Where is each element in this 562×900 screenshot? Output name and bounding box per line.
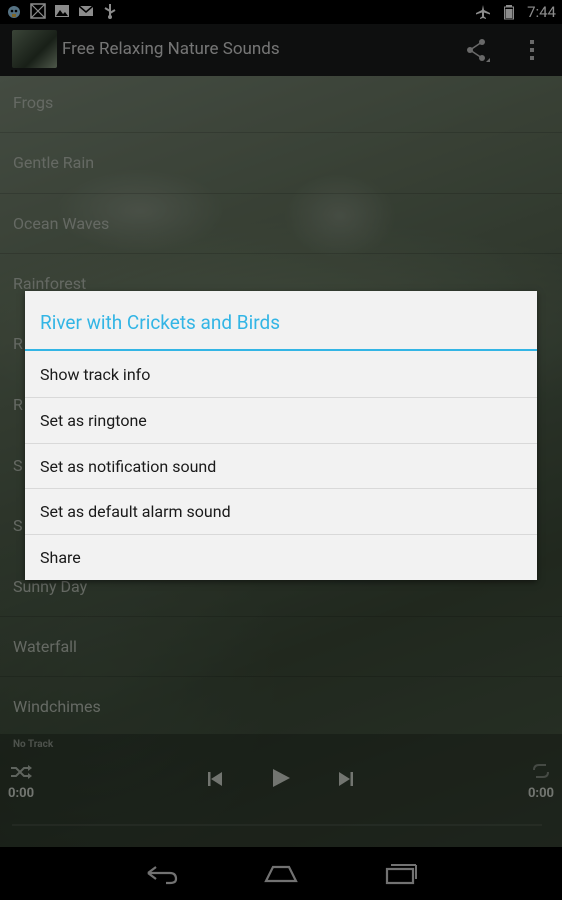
menu-item-set-as-notification-sound[interactable]: Set as notification sound [25,444,537,489]
menu-item-set-as-ringtone[interactable]: Set as ringtone [25,398,537,443]
menu-item-show-track-info[interactable]: Show track info [25,352,537,397]
menu-item-share[interactable]: Share [25,535,537,580]
dialog-title-divider [25,349,537,351]
dialog-title: River with Crickets and Birds [40,311,281,334]
menu-item-set-as-default-alarm-sound[interactable]: Set as default alarm sound [25,489,537,534]
menu-item-label: Share [40,548,81,567]
menu-item-label: Set as default alarm sound [40,502,231,521]
menu-item-label: Set as notification sound [40,457,217,476]
menu-item-label: Set as ringtone [40,411,147,430]
track-options-dialog: River with Crickets and Birds Show track… [25,291,537,580]
menu-item-label: Show track info [40,365,151,384]
